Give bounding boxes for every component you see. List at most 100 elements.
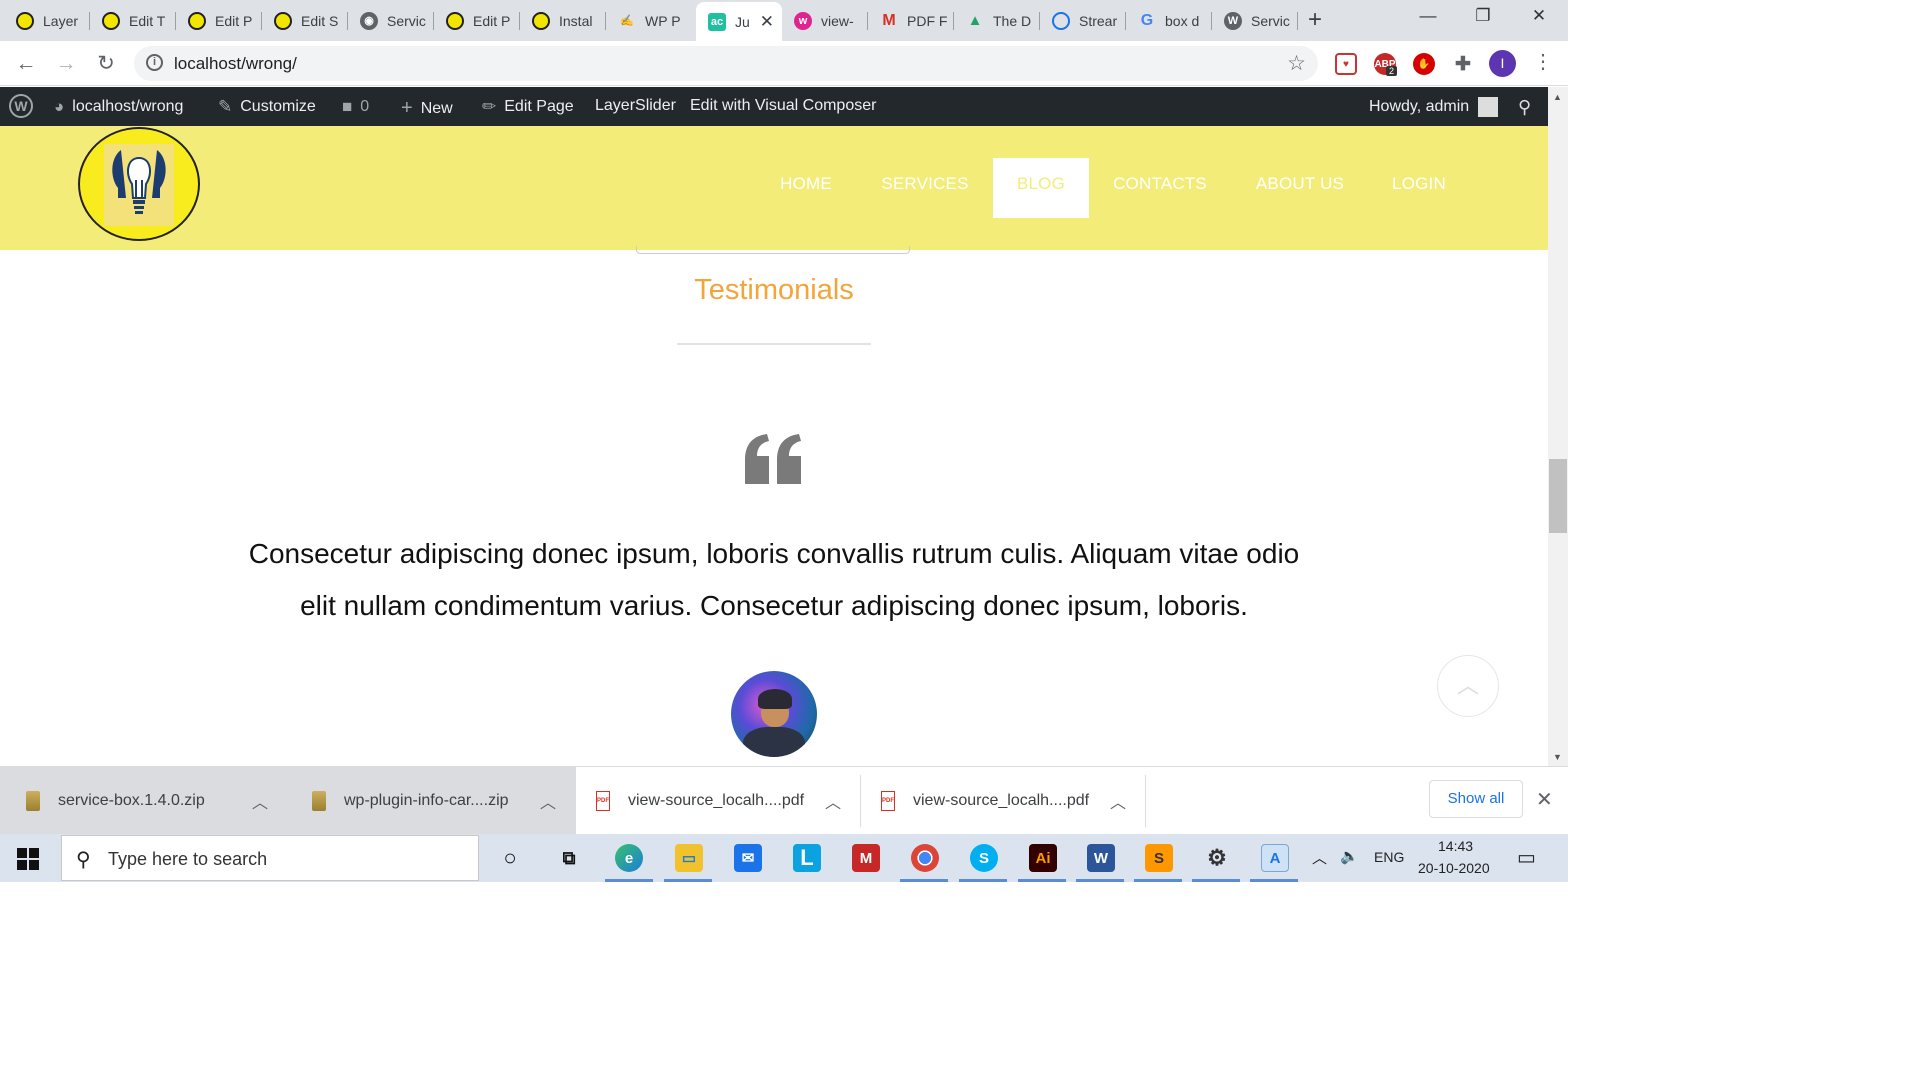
clock-time[interactable]: 14:43	[1438, 838, 1473, 854]
bulb-favicon-icon	[102, 11, 120, 30]
chevron-up-icon[interactable]: ︿	[825, 789, 841, 813]
user-avatar-icon	[1478, 97, 1499, 117]
edge-icon[interactable]: e	[615, 844, 643, 872]
minimize-button[interactable]: —	[1408, 6, 1448, 26]
wp-site-name[interactable]: ◕ localhost/wrong	[54, 97, 183, 117]
nav-blog[interactable]: BLOG	[993, 158, 1089, 218]
tab-4[interactable]: Edit S	[262, 4, 348, 37]
language-indicator[interactable]: ENG	[1374, 849, 1404, 865]
extensions-puzzle-icon[interactable]: ✚	[1452, 53, 1474, 75]
gmail-favicon-icon: M	[882, 11, 896, 29]
l-app-icon[interactable]: L	[793, 844, 821, 872]
tab-12[interactable]: ▲ The D	[954, 4, 1040, 37]
scroll-to-top-button[interactable]: ︿	[1437, 655, 1499, 717]
pocket-extension-icon[interactable]: ♥	[1335, 53, 1357, 75]
search-icon[interactable]: ⚲	[1518, 97, 1531, 118]
search-icon: ⚲	[76, 849, 91, 871]
nav-services[interactable]: SERVICES	[872, 158, 978, 218]
file-explorer-icon[interactable]: ▭	[675, 844, 703, 872]
tray-chevron-up-icon[interactable]: ︿	[1312, 847, 1327, 868]
wordpress-logo-icon[interactable]: W	[9, 94, 33, 118]
page-scrollbar[interactable]: ▲ ▼	[1548, 87, 1568, 766]
bulb-favicon-icon	[16, 11, 34, 30]
more-menu-icon[interactable]: ⋮	[1533, 49, 1553, 74]
show-all-button[interactable]: Show all	[1429, 780, 1523, 818]
tab-10[interactable]: w view-	[782, 4, 868, 37]
cortana-icon[interactable]: ○	[496, 844, 524, 872]
forward-arrow-icon[interactable]: →	[52, 50, 80, 78]
settings-gear-icon[interactable]: ⚙	[1203, 844, 1231, 872]
section-title: Testimonials	[694, 274, 854, 306]
chevron-up-icon[interactable]: ︿	[1110, 789, 1126, 813]
tab-6[interactable]: Edit P	[434, 4, 520, 37]
scroll-up-arrow-icon[interactable]: ▲	[1553, 92, 1562, 102]
stop-extension-icon[interactable]: ✋	[1413, 53, 1435, 75]
task-view-icon[interactable]: ⧉	[555, 844, 583, 872]
notification-center-icon[interactable]: ▭	[1517, 845, 1536, 870]
chrome-icon[interactable]	[911, 844, 939, 872]
tab-2[interactable]: Edit T	[90, 4, 176, 37]
tab-5[interactable]: ◉ Servic	[348, 4, 434, 37]
back-arrow-icon[interactable]: ←	[12, 50, 40, 78]
nav-home[interactable]: HOME	[762, 158, 850, 218]
wp-comments[interactable]: ■ 0	[342, 97, 369, 117]
notepad-icon[interactable]: A	[1261, 844, 1289, 872]
download-item[interactable]: service-box.1.4.0.zip ︿	[0, 767, 288, 835]
profile-avatar[interactable]: I	[1489, 50, 1516, 77]
clock-date[interactable]: 20-10-2020	[1418, 860, 1490, 876]
close-window-button[interactable]: ✕	[1519, 6, 1559, 26]
illustrator-icon[interactable]: Ai	[1029, 844, 1057, 872]
tab-active[interactable]: ac Ju ✕	[696, 2, 782, 41]
download-item[interactable]: PDF view-source_localh....pdf ︿	[576, 767, 861, 835]
tab-1[interactable]: Layer	[4, 4, 90, 37]
windows-start-icon[interactable]	[17, 848, 39, 870]
bookmark-star-icon[interactable]: ☆	[1287, 51, 1306, 76]
close-tab-icon[interactable]: ✕	[760, 12, 774, 32]
testimonial-text-line-1: Consecetur adipiscing donec ipsum, lobor…	[248, 538, 1300, 569]
restore-button[interactable]: ❐	[1463, 6, 1503, 26]
word-icon[interactable]: W	[1087, 844, 1115, 872]
browser-toolbar: ← → ↻ i localhost/wrong/ ☆ ♥ ABP 2 ✋ ✚ I…	[0, 41, 1568, 86]
tab-13[interactable]: Strear	[1040, 4, 1126, 37]
wp-new[interactable]: + New	[401, 97, 453, 120]
nav-about-us[interactable]: ABOUT US	[1244, 158, 1356, 218]
address-bar[interactable]: i localhost/wrong/ ☆	[134, 46, 1318, 81]
chevron-up-icon[interactable]: ︿	[540, 789, 556, 813]
divider	[677, 343, 871, 345]
volume-icon[interactable]: 🔈	[1340, 847, 1359, 865]
chevron-up-icon: ︿	[1456, 673, 1479, 698]
download-item[interactable]: PDF view-source_localh....pdf ︿	[861, 767, 1146, 835]
site-logo[interactable]	[78, 127, 200, 241]
tab-15[interactable]: W Servic	[1212, 4, 1298, 37]
new-tab-button[interactable]: +	[1308, 6, 1322, 34]
reload-icon[interactable]: ↻	[92, 50, 120, 78]
skype-icon[interactable]: S	[970, 844, 998, 872]
taskbar-search-box[interactable]: ⚲ Type here to search	[61, 835, 479, 881]
sublime-text-icon[interactable]: S	[1145, 844, 1173, 872]
info-icon[interactable]: i	[146, 54, 163, 71]
scroll-down-arrow-icon[interactable]: ▼	[1553, 752, 1562, 762]
tab-8[interactable]: ✍ WP P	[606, 4, 692, 37]
url-text[interactable]: localhost/wrong/	[174, 54, 297, 74]
tab-3[interactable]: Edit P	[176, 4, 262, 37]
bulb-favicon-icon	[532, 11, 550, 30]
mail-icon[interactable]: ✉	[734, 844, 762, 872]
nav-contacts[interactable]: CONTACTS	[1104, 158, 1216, 218]
wp-visual-composer[interactable]: Edit with Visual Composer	[690, 97, 876, 115]
zip-file-icon	[312, 791, 326, 811]
nav-login[interactable]: LOGIN	[1380, 158, 1458, 218]
tab-7[interactable]: Instal	[520, 4, 606, 37]
mcafee-icon[interactable]: M	[852, 844, 880, 872]
download-item[interactable]: wp-plugin-info-car....zip ︿	[288, 767, 576, 835]
w-favicon-icon: w	[794, 11, 812, 30]
tab-14[interactable]: Gbox d	[1126, 4, 1212, 37]
wp-howdy-user[interactable]: Howdy, admin	[1369, 97, 1499, 117]
scroll-thumb[interactable]	[1549, 459, 1567, 533]
chevron-up-icon[interactable]: ︿	[252, 789, 268, 813]
wp-customize[interactable]: ✎ Customize	[218, 97, 316, 117]
close-icon[interactable]: ✕	[1536, 787, 1553, 812]
wp-layerslider[interactable]: LayerSlider	[595, 97, 676, 115]
tab-11[interactable]: M PDF F	[868, 4, 954, 37]
wp-edit-page[interactable]: ✏ Edit Page	[482, 97, 574, 117]
stream-favicon-icon	[1052, 11, 1070, 30]
